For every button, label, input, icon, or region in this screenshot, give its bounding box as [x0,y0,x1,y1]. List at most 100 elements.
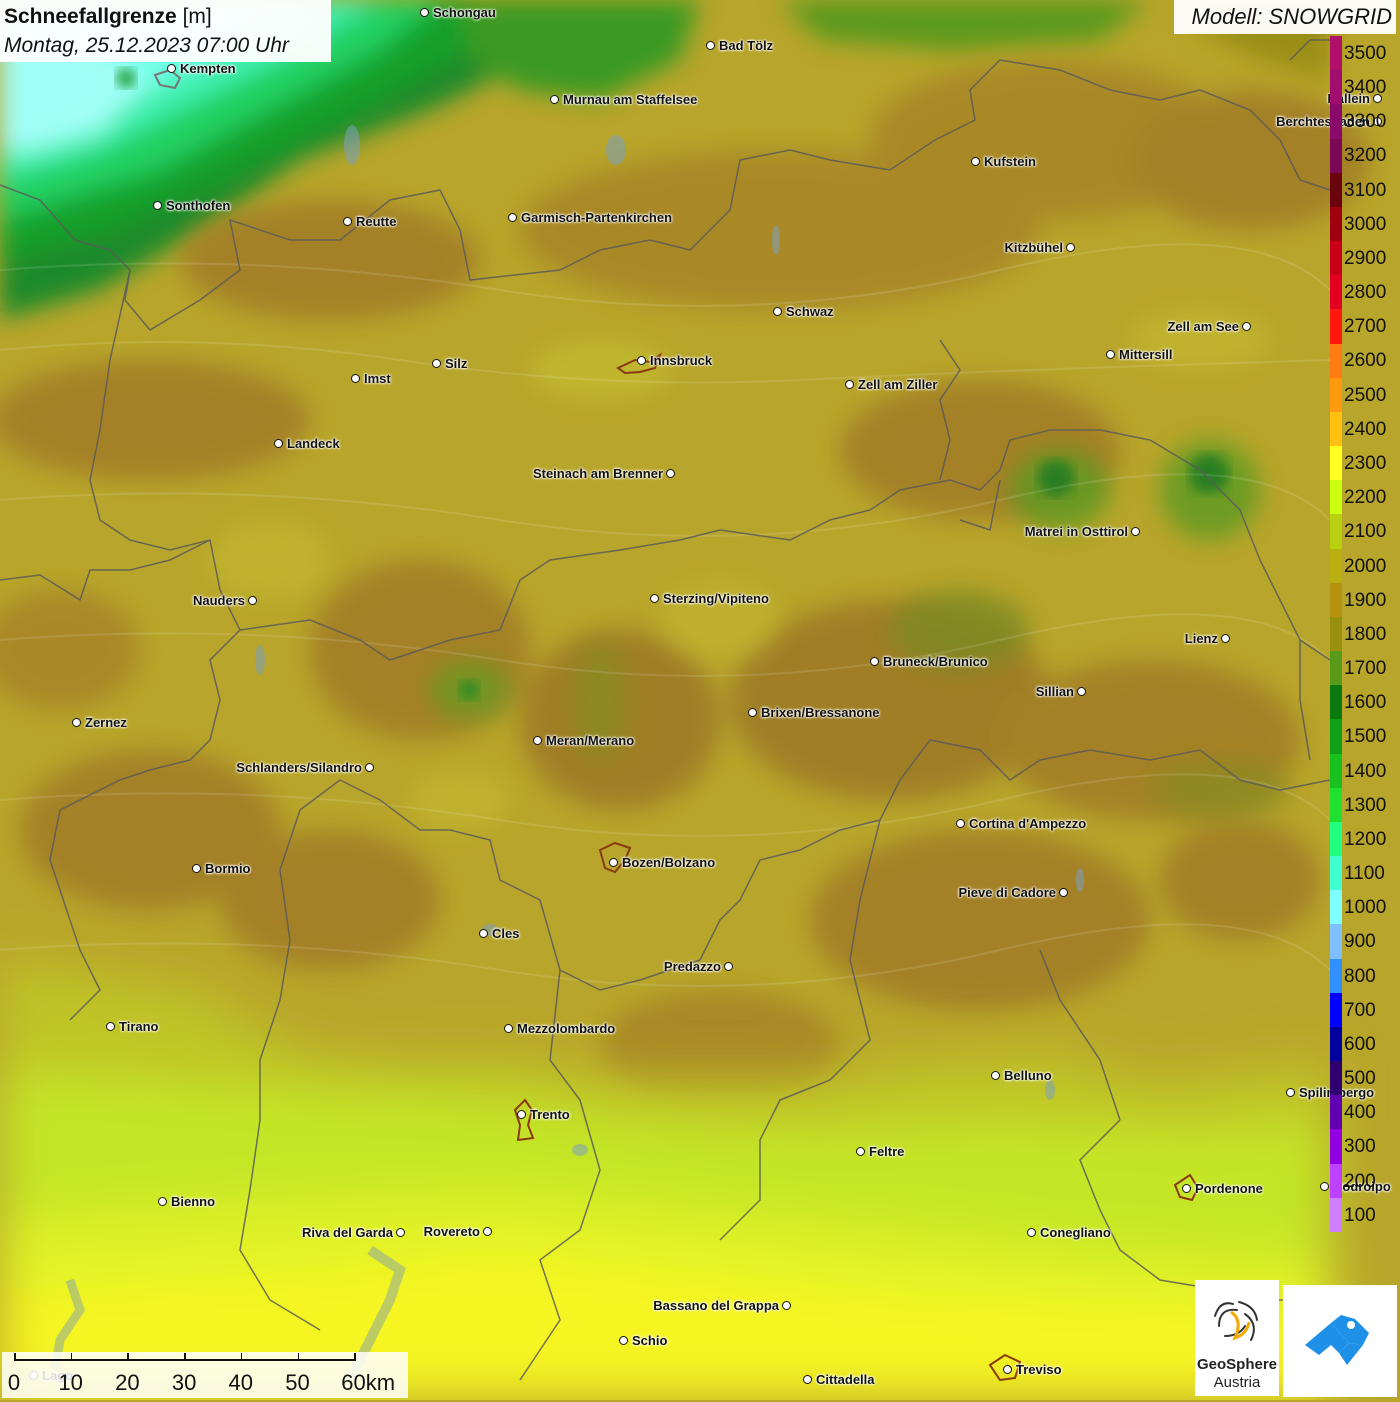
city-marker[interactable] [1027,1228,1036,1237]
snowfall-limit-map[interactable]: Schongau Kempten Bad Tölz Murnau am Staffel… [0,0,1400,1400]
city-marker[interactable] [432,359,441,368]
legend-label: 2400 [1344,418,1387,440]
geosphere-logo: GeoSphere Austria [1195,1280,1279,1396]
city-label: Bassano del Grappa [653,1298,779,1313]
legend-swatch [1330,992,1342,1028]
legend-swatch [1330,1095,1342,1130]
legend-swatch [1330,70,1342,105]
city-marker[interactable] [1003,1365,1012,1374]
city-label: Kitzbühel [1004,240,1064,255]
legend-swatch [1330,651,1342,686]
city-label: Belluno [1004,1068,1052,1083]
legend-label: 1000 [1344,897,1387,919]
city-marker[interactable] [1066,243,1075,252]
city-marker[interactable] [1106,350,1115,359]
city-marker[interactable] [106,1022,115,1031]
map-datetime: Montag, 25.12.2023 07:00 Uhr [4,34,289,57]
city-marker[interactable] [483,1227,492,1236]
city-marker[interactable] [153,201,162,210]
legend-swatch [1330,685,1342,720]
city-marker[interactable] [1286,1088,1295,1097]
city-marker[interactable] [1077,687,1086,696]
city-label: Kempten [180,61,236,76]
city-marker[interactable] [650,594,659,603]
legend-swatch [1330,616,1342,652]
city-marker[interactable] [724,962,733,971]
city-marker[interactable] [517,1110,526,1119]
city-marker[interactable] [508,213,517,222]
legend-swatch [1330,1197,1342,1233]
city-label: Riva del Garda [301,1225,393,1240]
city-marker[interactable] [706,41,715,50]
city-label: Imst [364,371,391,386]
city-marker[interactable] [396,1228,405,1237]
map-title: Schneefallgrenze [m] [4,5,212,28]
city-marker[interactable] [343,217,352,226]
city-marker[interactable] [479,929,488,938]
city-marker[interactable] [550,95,559,104]
scale-label: 30 [171,1370,197,1395]
city-marker[interactable] [803,1375,812,1384]
city-label: Schlanders/Silandro [236,760,362,775]
city-marker[interactable] [192,864,201,873]
city-marker[interactable] [1221,634,1230,643]
city-label: Cittadella [816,1372,875,1387]
city-marker[interactable] [1182,1184,1191,1193]
city-marker[interactable] [845,380,854,389]
legend-label: 1300 [1344,794,1387,816]
city-marker[interactable] [637,356,646,365]
city-marker[interactable] [971,157,980,166]
partner-logo [1283,1285,1397,1397]
city-label: Sillian [1035,684,1074,699]
city-marker[interactable] [167,64,176,73]
legend-label: 3000 [1344,213,1387,235]
legend-label: 3100 [1344,179,1387,201]
city-marker[interactable] [956,819,965,828]
city-marker[interactable] [782,1301,791,1310]
city-marker[interactable] [1320,1182,1329,1191]
city-marker[interactable] [666,469,675,478]
city-label: Predazzo [663,959,721,974]
city-label: Lienz [1184,631,1218,646]
legend-swatch [1330,514,1342,550]
city-marker[interactable] [158,1197,167,1206]
city-marker[interactable] [504,1024,513,1033]
city-label: Schongau [433,5,496,20]
city-marker[interactable] [1131,527,1140,536]
city-marker[interactable] [274,439,283,448]
legend-swatch [1330,958,1342,994]
city-marker[interactable] [1059,888,1068,897]
city-marker[interactable] [773,307,782,316]
legend-label: 1700 [1344,658,1387,680]
city-marker[interactable] [991,1071,1000,1080]
legend-swatch [1330,138,1342,174]
model-label: Modell: SNOWGRID [1174,0,1396,34]
city-marker[interactable] [365,763,374,772]
legend-label: 2800 [1344,282,1387,304]
legend-label: 3400 [1344,77,1387,99]
city-label: Matrei in Osttirol [1024,524,1128,539]
city-marker[interactable] [248,596,257,605]
city-marker[interactable] [351,374,360,383]
city-marker[interactable] [748,708,757,717]
legend-swatch [1330,343,1342,379]
legend-swatch [1330,1163,1342,1199]
legend-label: 2300 [1344,452,1387,474]
city-marker[interactable] [420,8,429,17]
city-label: Feltre [869,1144,905,1159]
city-marker[interactable] [856,1147,865,1156]
city-marker[interactable] [72,718,81,727]
scale-label: 0 [7,1370,21,1395]
legend-label: 200 [1344,1170,1376,1192]
geosphere-name: GeoSphere [1196,1356,1278,1373]
city-marker[interactable] [870,657,879,666]
scale-tick [240,1353,243,1361]
city-marker[interactable] [1242,322,1251,331]
scale-label: 50 [285,1370,310,1395]
legend-swatch [1330,856,1342,891]
legend-label: 500 [1344,1068,1376,1090]
city-marker[interactable] [533,736,542,745]
legend-swatch [1330,548,1342,584]
city-marker[interactable] [619,1336,628,1345]
city-marker[interactable] [609,858,618,867]
